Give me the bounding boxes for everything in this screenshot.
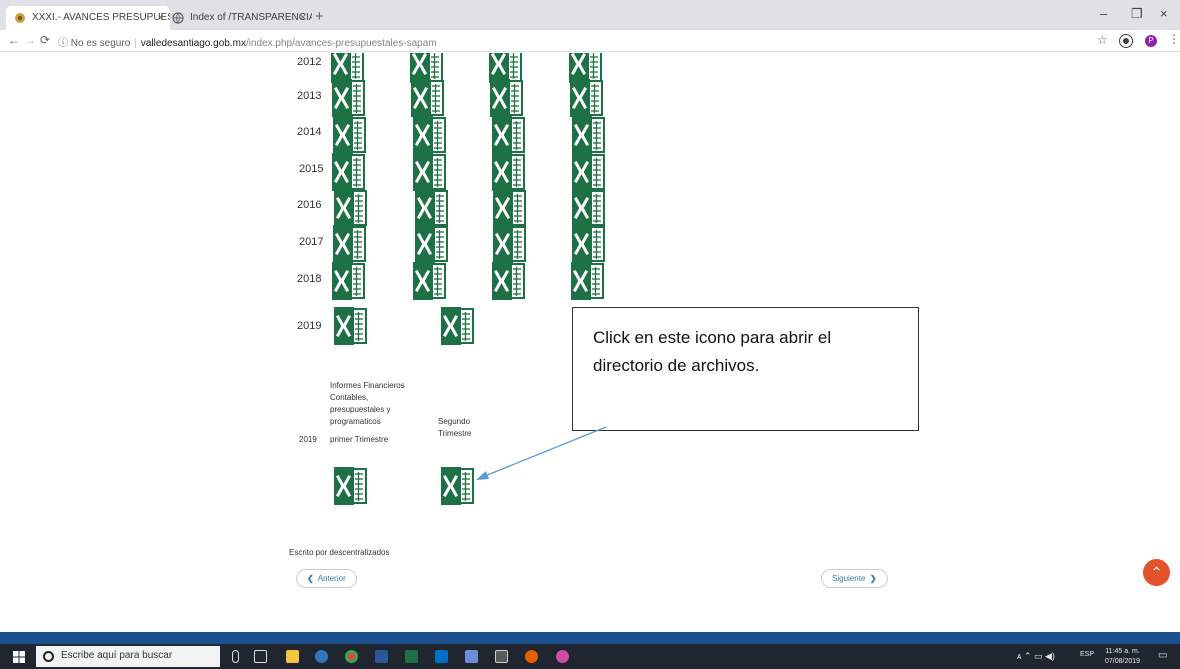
excel-file-icon[interactable]	[491, 262, 525, 300]
extension-icon[interactable]	[1119, 34, 1133, 48]
taskbar-search-input[interactable]: Escribe aquí para buscar	[36, 646, 220, 667]
quarter-label-first: primer Trimestre	[330, 435, 389, 444]
clock[interactable]: 11:45 a. m. 07/08/2019	[1105, 647, 1140, 667]
excel-file-icon[interactable]	[333, 307, 367, 345]
excel-file-icon[interactable]	[333, 467, 367, 505]
info-icon: ⓘ	[58, 38, 68, 49]
minimize-button[interactable]: –	[1100, 6, 1107, 21]
excel-file-icon[interactable]	[569, 79, 603, 117]
microphone-icon[interactable]	[232, 650, 239, 663]
excel-file-icon[interactable]	[571, 225, 605, 263]
outlook-icon[interactable]	[435, 650, 448, 663]
reload-icon[interactable]: ⟳	[40, 33, 50, 47]
site-favicon-icon	[15, 13, 25, 23]
excel-taskbar-icon[interactable]	[405, 650, 418, 663]
maximize-button[interactable]: ❐	[1131, 6, 1143, 22]
excel-file-icon[interactable]	[492, 225, 526, 263]
excel-file-icon[interactable]	[491, 153, 525, 191]
tray-icons[interactable]: ᴀ ⌃ ▭ ◀)	[1017, 651, 1055, 662]
chevron-right-icon: ❯	[869, 574, 877, 583]
previous-page-button[interactable]: ❮ Anterior	[296, 569, 357, 588]
address-bar: ← → ⟳ ⓘ No es seguro | valledesantiago.gob…	[0, 30, 1180, 52]
year-label: 2012	[297, 56, 322, 68]
task-view-icon[interactable]	[254, 650, 267, 663]
media-icon[interactable]	[556, 650, 569, 663]
page-footer-bar	[0, 632, 1180, 644]
page-content: 2012 2013 2014 2015 2016 2017 2018 2019 …	[0, 53, 1180, 631]
year-label: 2017	[299, 236, 324, 248]
chevron-left-icon: ❮	[307, 574, 314, 583]
search-placeholder: Escribe aquí para buscar	[61, 650, 173, 661]
excel-file-icon[interactable]	[331, 153, 365, 191]
excel-file-icon[interactable]	[331, 79, 365, 117]
excel-file-icon[interactable]	[571, 116, 605, 154]
excel-file-icon[interactable]	[571, 189, 605, 227]
edge-icon[interactable]	[315, 650, 328, 663]
excel-file-icon[interactable]	[331, 262, 365, 300]
security-label: No es seguro	[70, 38, 131, 49]
file-explorer-icon[interactable]	[286, 650, 299, 663]
excel-file-icon[interactable]	[333, 189, 367, 227]
bookmark-star-icon[interactable]: ☆	[1097, 33, 1108, 47]
author-footer: Escrito por descentralizados	[289, 548, 390, 557]
excel-file-icon[interactable]	[491, 116, 525, 154]
next-page-button[interactable]: Siguiente ❯	[821, 569, 888, 588]
year-label: 2019	[297, 320, 322, 332]
profile-avatar[interactable]: P	[1145, 35, 1157, 47]
year-label: 2013	[297, 90, 322, 102]
tab-title: XXXI.- AVANCES PRESUPUESTAL...	[32, 12, 170, 23]
excel-file-icon[interactable]	[332, 116, 366, 154]
forward-arrow-icon[interactable]: →	[24, 33, 36, 47]
excel-file-icon[interactable]	[492, 189, 526, 227]
browser-tab-index[interactable]: Index of /TRANSPARENCIA/CON... ×	[164, 6, 312, 30]
callout-arrow	[476, 426, 607, 480]
close-tab-icon[interactable]: ×	[300, 6, 306, 30]
year-label: 2014	[297, 126, 322, 138]
excel-file-icon[interactable]	[412, 262, 446, 300]
calculator-icon[interactable]	[495, 650, 508, 663]
new-tab-button[interactable]: +	[315, 8, 324, 25]
excel-file-icon[interactable]	[440, 467, 474, 505]
cortana-icon	[43, 651, 54, 662]
instruction-callout: Click en este icono para abrir el direct…	[572, 307, 919, 431]
windows-taskbar: Escribe aquí para buscar ᴀ ⌃ ▭ ◀) ESP 11…	[0, 644, 1180, 669]
windows-start-icon[interactable]	[12, 650, 26, 664]
chevron-up-icon: ⌃	[1150, 564, 1163, 580]
excel-file-icon[interactable]	[570, 262, 604, 300]
close-window-button[interactable]: ×	[1160, 6, 1168, 21]
app-icon[interactable]	[465, 650, 478, 663]
firefox-icon[interactable]	[525, 650, 538, 663]
browser-menu-icon[interactable]: ⋮	[1168, 32, 1180, 46]
year-label-2019: 2019	[299, 435, 317, 444]
excel-file-icon[interactable]	[332, 225, 366, 263]
scroll-to-top-button[interactable]: ⌃	[1143, 559, 1170, 586]
excel-file-icon[interactable]	[571, 153, 605, 191]
url-host: valledesantiago.gob.mx	[140, 38, 246, 49]
word-icon[interactable]	[375, 650, 388, 663]
tab-title: Index of /TRANSPARENCIA/CON...	[190, 12, 312, 23]
excel-file-icon[interactable]	[410, 79, 444, 117]
year-label: 2016	[297, 199, 322, 211]
excel-file-icon[interactable]	[489, 79, 523, 117]
language-indicator[interactable]: ESP	[1080, 651, 1094, 658]
year-label: 2015	[299, 163, 324, 175]
excel-file-icon[interactable]	[412, 153, 446, 191]
globe-icon	[172, 12, 184, 24]
year-label: 2018	[297, 273, 322, 285]
browser-tab-avances[interactable]: XXXI.- AVANCES PRESUPUESTAL... ×	[6, 6, 170, 30]
url-field[interactable]: ⓘ No es seguro | valledesantiago.gob.mx/in…	[58, 34, 437, 49]
excel-file-icon[interactable]	[440, 307, 474, 345]
chrome-icon[interactable]	[345, 650, 358, 663]
browser-tab-bar: XXXI.- AVANCES PRESUPUESTAL... × Index o…	[0, 0, 1180, 30]
excel-file-icon[interactable]	[414, 225, 448, 263]
url-path: /index.php/avances-presupuestales-sapam	[245, 38, 437, 49]
notifications-icon[interactable]: ▭	[1158, 650, 1167, 661]
excel-file-icon[interactable]	[412, 116, 446, 154]
section-label: Informes Financieros Contables, presupue…	[330, 381, 405, 426]
excel-file-icon[interactable]	[414, 189, 448, 227]
back-arrow-icon[interactable]: ←	[8, 33, 20, 47]
